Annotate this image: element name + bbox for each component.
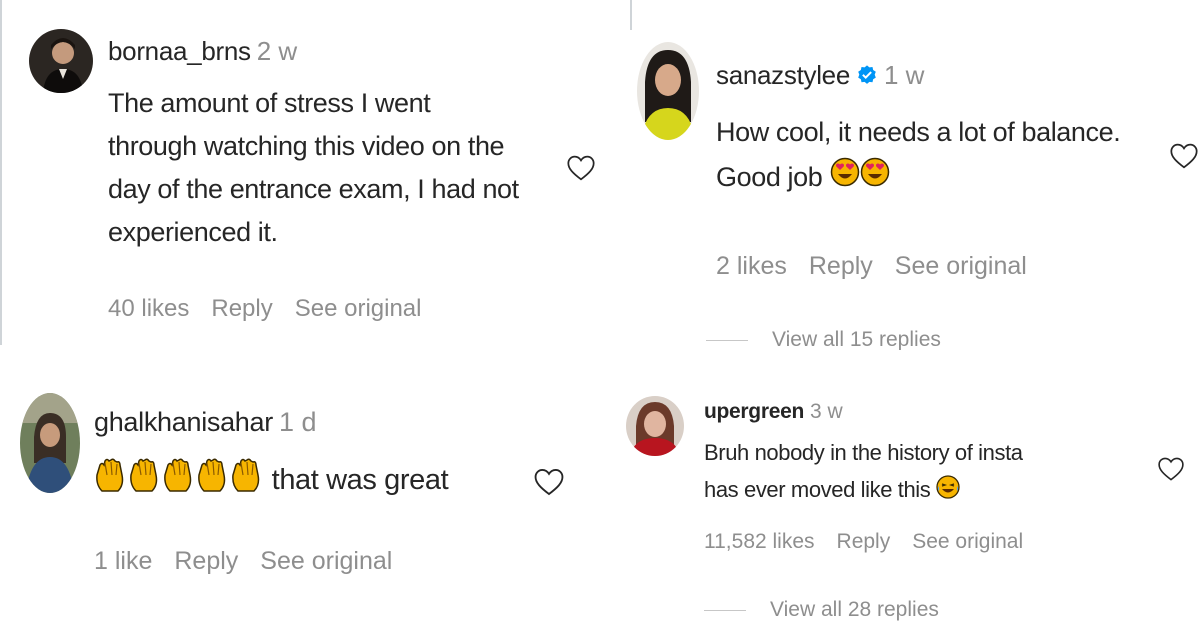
comment-header: sanazstylee 1 w [716,60,924,93]
replies-line [704,609,746,611]
comment-line-with-emoji: Good job [716,155,1186,201]
comment-header: upergreen 3 w [704,400,843,424]
clap-emoji-icon [162,457,196,506]
verified-badge-icon [856,62,878,93]
timestamp: 1 d [278,407,317,437]
comment-line: that was great [271,464,449,497]
comment-card: ghalkhanisahar 1 d that was great 1 like R… [0,375,590,628]
username[interactable]: sanazstylee [716,60,850,90]
clap-emoji-icon [230,457,264,506]
avatar-woman-yellow-icon [637,42,699,140]
view-replies-label: View all 28 replies [770,598,939,621]
comment-line: Good job [716,162,823,192]
comment-header: ghalkhanisahar 1 d [94,407,316,438]
timestamp: 1 w [884,60,925,90]
comment-line: Bruh nobody in the history of insta [704,440,1023,465]
see-original-button[interactable]: See original [260,547,392,575]
view-replies-link[interactable]: View all 28 replies [704,598,939,622]
likes-count[interactable]: 11,582 likes [704,530,815,553]
reply-button[interactable]: Reply [837,530,891,553]
comment-header: bornaa_brns 2 w [108,36,297,67]
likes-count[interactable]: 40 likes [108,295,189,322]
reply-button[interactable]: Reply [174,547,238,575]
comment-actions: 40 likes Reply See original [108,295,443,323]
comment-line-with-emoji: has ever moved like this [704,471,1144,510]
heart-eyes-emoji-icon [830,156,860,201]
comment-text: Bruh nobody in the history of insta has … [704,434,1144,510]
likes-count[interactable]: 1 like [94,547,152,575]
reply-button[interactable]: Reply [211,295,272,322]
avatar[interactable] [637,42,699,140]
avatar[interactable] [29,29,93,93]
likes-count[interactable]: 2 likes [716,252,787,280]
like-heart-icon[interactable] [1168,140,1200,177]
comment-actions: 1 like Reply See original [94,547,414,576]
comment-line: has ever moved like this [704,477,931,502]
like-heart-icon[interactable] [565,152,597,189]
comment-line: day of the entrance exam, I had not [108,174,519,204]
comment-card: sanazstylee 1 w How cool, it needs a lot … [630,30,1200,360]
username[interactable]: bornaa_brns [108,36,251,66]
timestamp: 3 w [810,400,843,423]
username[interactable]: ghalkhanisahar [94,407,273,437]
comment-line: How cool, it needs a lot of balance. [716,117,1121,147]
comment-actions: 11,582 likes Reply See original [704,530,1045,554]
comment-text: How cool, it needs a lot of balance. Goo… [716,110,1186,201]
see-original-button[interactable]: See original [895,252,1027,280]
comment-text: The amount of stress I went through watc… [108,82,568,254]
clap-emoji-icon [94,457,128,506]
clap-emoji-icon [128,457,162,506]
avatar-woman-red-icon [626,396,684,456]
like-heart-icon[interactable] [1156,454,1186,489]
like-heart-icon[interactable] [532,465,566,504]
username[interactable]: upergreen [704,400,804,423]
see-original-button[interactable]: See original [295,295,422,322]
avatar-woman-blue-icon [20,393,80,493]
panel-divider [630,0,632,30]
comment-text: that was great [94,457,449,506]
clap-emoji-icon [196,457,230,506]
heart-eyes-emoji-icon [860,156,890,201]
timestamp: 2 w [256,36,298,66]
comment-line: The amount of stress I went [108,88,431,118]
avatar[interactable] [626,396,684,456]
comment-line: experienced it. [108,217,278,247]
see-original-button[interactable]: See original [912,530,1023,553]
comment-actions: 2 likes Reply See original [716,252,1049,281]
comment-card: bornaa_brns 2 w The amount of stress I we… [2,0,602,345]
avatar-man-dark-icon [29,29,93,93]
reply-button[interactable]: Reply [809,252,873,280]
replies-line [706,339,748,341]
view-replies-link[interactable]: View all 15 replies [706,328,941,352]
view-replies-label: View all 15 replies [772,328,941,351]
comment-line: through watching this video on the [108,131,505,161]
avatar[interactable] [20,393,80,493]
laughing-emoji-icon [936,473,960,510]
comment-card: upergreen 3 w Bruh nobody in the history … [600,350,1200,628]
